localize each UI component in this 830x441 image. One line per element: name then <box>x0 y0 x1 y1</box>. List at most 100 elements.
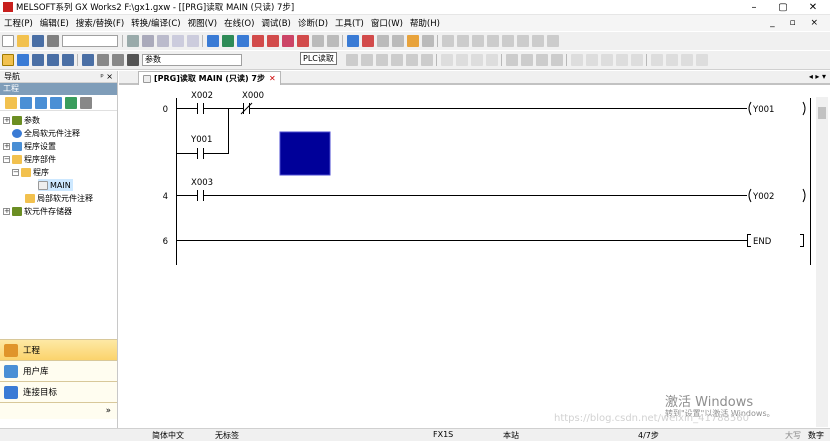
new-data-icon[interactable] <box>4 96 17 109</box>
ladder-zoom-icon[interactable] <box>630 54 643 66</box>
menu-diagnostics[interactable]: 诊断(D) <box>298 17 328 29</box>
refresh-icon[interactable] <box>49 96 62 109</box>
vertical-line-icon[interactable] <box>455 54 468 66</box>
vertical-scrollbar[interactable] <box>816 97 828 427</box>
rebuild-icon[interactable] <box>236 35 249 47</box>
device-list-icon[interactable] <box>471 35 484 47</box>
invert-icon[interactable] <box>585 54 598 66</box>
menu-convert-compile[interactable]: 转换/编译(C) <box>131 17 180 29</box>
open-item-icon[interactable] <box>34 96 47 109</box>
plc-diagnostics-icon[interactable] <box>361 35 374 47</box>
copy-icon[interactable] <box>141 35 154 47</box>
coil-label[interactable]: Y002 <box>752 192 774 202</box>
project-button[interactable]: 工程 <box>0 339 117 360</box>
comment-icon[interactable] <box>516 35 529 47</box>
contact-label[interactable]: X003 <box>191 178 213 188</box>
note-edit-icon[interactable] <box>680 54 693 66</box>
monitor-icon[interactable] <box>296 35 309 47</box>
display-format-icon[interactable] <box>695 54 708 66</box>
monitor-mode-icon[interactable] <box>81 54 94 66</box>
application-instruction-icon[interactable] <box>420 54 433 66</box>
read-mode-icon[interactable] <box>96 54 109 66</box>
print-icon[interactable] <box>46 35 59 47</box>
plc-write-icon[interactable] <box>251 35 264 47</box>
simulation-icon[interactable] <box>406 35 419 47</box>
device-combo[interactable]: 参数 <box>142 54 242 66</box>
parallel-falling-icon[interactable] <box>550 54 563 66</box>
menu-find-replace[interactable]: 搜索/替换(F) <box>76 17 124 29</box>
expander-icon[interactable]: + <box>3 116 10 124</box>
tree-item-local-comment[interactable]: 局部软元件注释 <box>25 192 93 204</box>
expander-icon[interactable]: − <box>12 168 19 176</box>
contact-nc-icon[interactable] <box>360 54 373 66</box>
parallel-rising-icon[interactable] <box>535 54 548 66</box>
plc-read-icon[interactable] <box>266 35 279 47</box>
cross-reference-icon[interactable] <box>456 35 469 47</box>
menu-project[interactable]: 工程(P) <box>4 17 33 29</box>
menu-debug[interactable]: 调试(B) <box>261 17 290 29</box>
rising-pulse-icon[interactable] <box>505 54 518 66</box>
menu-edit[interactable]: 编辑(E) <box>40 17 69 29</box>
connection-destination-button[interactable]: 连接目标 <box>0 381 117 402</box>
statement-edit-icon[interactable] <box>665 54 678 66</box>
navigation-pin-close[interactable]: ᵖ × <box>100 72 113 81</box>
station-combo[interactable] <box>62 35 118 47</box>
contact-label[interactable]: X000 <box>242 91 264 101</box>
save-icon[interactable] <box>31 35 44 47</box>
device-memory-icon[interactable] <box>346 35 359 47</box>
horizontal-line-icon[interactable] <box>440 54 453 66</box>
batch-monitor-icon[interactable] <box>326 35 339 47</box>
expander-icon[interactable]: − <box>3 155 10 163</box>
falling-pulse-icon[interactable] <box>520 54 533 66</box>
menu-view[interactable]: 视图(V) <box>188 17 217 29</box>
tree-item-parameter[interactable]: + 参数 <box>3 114 40 126</box>
open-icon[interactable] <box>16 35 29 47</box>
close-button[interactable]: ✕ <box>800 0 826 15</box>
undo-icon[interactable] <box>171 35 184 47</box>
setup-icon[interactable] <box>421 35 434 47</box>
cut-icon[interactable] <box>126 35 139 47</box>
contact-label[interactable]: X002 <box>191 91 213 101</box>
help-icon[interactable] <box>111 54 124 66</box>
tree-item-device-memory[interactable]: + 软元件存储器 <box>3 205 72 217</box>
search-device-icon[interactable] <box>441 35 454 47</box>
instruction-label[interactable]: END <box>753 237 772 247</box>
expand-button[interactable]: » <box>0 402 117 419</box>
mdi-window-controls[interactable]: _ ▫ × <box>770 15 824 31</box>
note-icon[interactable] <box>546 35 559 47</box>
coil-icon[interactable] <box>405 54 418 66</box>
compile-all-icon[interactable] <box>221 35 234 47</box>
delete-horizontal-icon[interactable] <box>470 54 483 66</box>
parallel-nc-icon[interactable] <box>390 54 403 66</box>
tab-scroll-controls[interactable]: ◂ ▸ ▾ <box>809 72 826 81</box>
user-library-button[interactable]: 用户库 <box>0 360 117 381</box>
line-write-icon[interactable] <box>600 54 613 66</box>
device-test-icon[interactable] <box>391 35 404 47</box>
menu-help[interactable]: 帮助(H) <box>410 17 440 29</box>
scroll-thumb[interactable] <box>818 107 826 119</box>
contact-label[interactable]: Y001 <box>190 135 212 145</box>
navigation-toggle-icon[interactable] <box>1 54 14 66</box>
maximize-button[interactable]: ▢ <box>770 0 796 15</box>
monitor-stop-icon[interactable] <box>311 35 324 47</box>
minimize-button[interactable]: – <box>741 0 767 15</box>
parallel-no-icon[interactable] <box>375 54 388 66</box>
tab-close-icon[interactable]: ✕ <box>269 74 276 83</box>
menu-online[interactable]: 在线(O) <box>224 17 254 29</box>
properties-icon[interactable] <box>19 96 32 109</box>
check-icon[interactable] <box>64 96 77 109</box>
statement-icon[interactable] <box>531 35 544 47</box>
tree-item-program[interactable]: − 程序 <box>12 166 49 178</box>
expander-icon[interactable]: + <box>3 207 10 215</box>
compile-icon[interactable] <box>206 35 219 47</box>
operation-result-icon[interactable] <box>570 54 583 66</box>
delete-vertical-icon[interactable] <box>485 54 498 66</box>
network-diagnostics-icon[interactable] <box>376 35 389 47</box>
element-selection-icon[interactable] <box>16 54 29 66</box>
menu-tool[interactable]: 工具(T) <box>335 17 364 29</box>
find-icon[interactable] <box>126 54 139 66</box>
ladder-editor[interactable]: 0 4 6 X002 X000 Y001 X003 Y001 Y002 END <box>120 87 820 427</box>
tab-main-program[interactable]: [PRG]读取 MAIN (只读) 7步 ✕ <box>138 71 281 85</box>
cross-ref-window-icon[interactable] <box>46 54 59 66</box>
new-icon[interactable] <box>1 35 14 47</box>
